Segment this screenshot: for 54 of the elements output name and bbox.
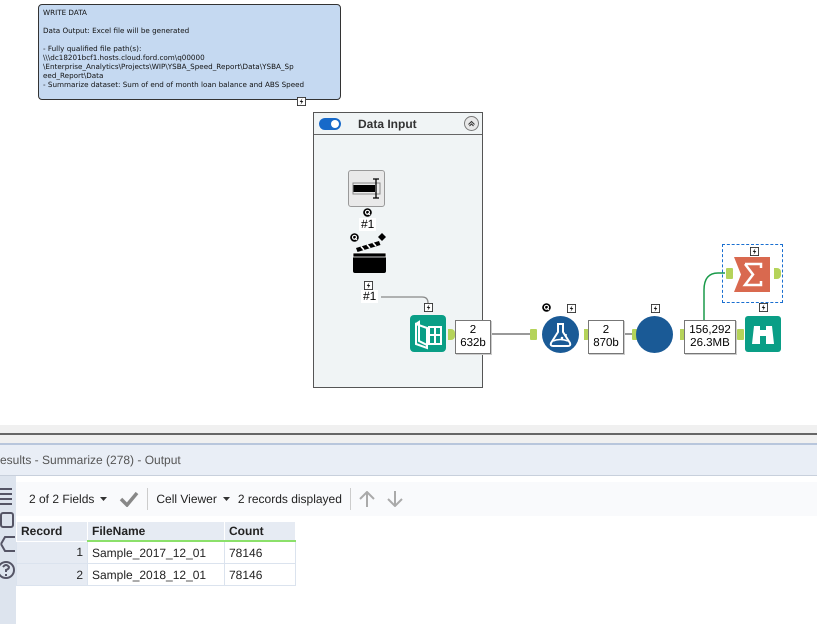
record-count-badge: 2 870b: [588, 320, 624, 354]
column-header[interactable]: Record: [16, 522, 88, 541]
help-icon[interactable]: [0, 560, 16, 580]
splitter-bar[interactable]: [0, 425, 817, 435]
row-number: 2: [16, 564, 88, 586]
output-anchor: [448, 329, 455, 340]
comment-box[interactable]: [38, 4, 341, 100]
lightning-icon: [424, 303, 433, 312]
q-icon: [542, 303, 551, 312]
connector-line: [703, 272, 725, 320]
tool-circle-icon[interactable]: [636, 316, 673, 353]
connector-line: [381, 296, 429, 304]
lightning-icon: [297, 97, 306, 106]
table-cell: 78146: [224, 564, 296, 586]
table-cell: Sample_2018_12_01: [88, 564, 224, 586]
output-anchor: [774, 268, 781, 279]
records-displayed-text: 2 records displayed: [238, 492, 342, 506]
list-icon[interactable]: [0, 486, 12, 506]
toggle-switch[interactable]: [319, 118, 341, 130]
record-count-badge: 2 632b: [455, 320, 491, 354]
caret-icon: [100, 497, 108, 501]
panel-title: esults - Summarize (278) - Output: [0, 453, 181, 467]
row-number: 1: [16, 541, 88, 564]
column-header[interactable]: FileName: [88, 522, 224, 541]
caret-icon: [222, 497, 230, 501]
text-box-tool-icon[interactable]: [348, 170, 385, 207]
q-icon: [350, 233, 359, 242]
connector-line: [489, 333, 530, 335]
check-icon[interactable]: [119, 491, 140, 507]
record-count-badge: 156,292 26.3MB: [684, 320, 736, 354]
lightning-icon: [750, 247, 759, 256]
column-header[interactable]: Count: [224, 522, 296, 541]
lightning-icon: [567, 304, 576, 313]
lightning-icon: [759, 303, 768, 312]
container-title: Data Input: [358, 116, 417, 130]
table-cell: 78146: [224, 541, 296, 564]
clapperboard-icon[interactable]: [352, 231, 388, 273]
q-icon: [363, 208, 372, 217]
node-label: #1: [361, 290, 378, 303]
node-label: #1: [359, 218, 376, 231]
table-cell: Sample_2017_12_01: [88, 541, 224, 564]
square-icon[interactable]: [0, 512, 14, 528]
tag-icon[interactable]: [0, 534, 16, 554]
lightning-icon: [651, 304, 660, 313]
flask-icon[interactable]: [542, 316, 579, 353]
viewer-dropdown[interactable]: Cell Viewer: [156, 492, 230, 506]
lightning-icon: [364, 281, 373, 290]
input-anchor: [530, 329, 537, 340]
collapse-icon[interactable]: [464, 116, 479, 131]
input-anchor: [737, 329, 744, 340]
input-anchor: [726, 268, 733, 279]
book-icon[interactable]: [410, 315, 446, 352]
sigma-icon[interactable]: [734, 257, 770, 292]
fields-dropdown[interactable]: 2 of 2 Fields: [29, 492, 108, 506]
